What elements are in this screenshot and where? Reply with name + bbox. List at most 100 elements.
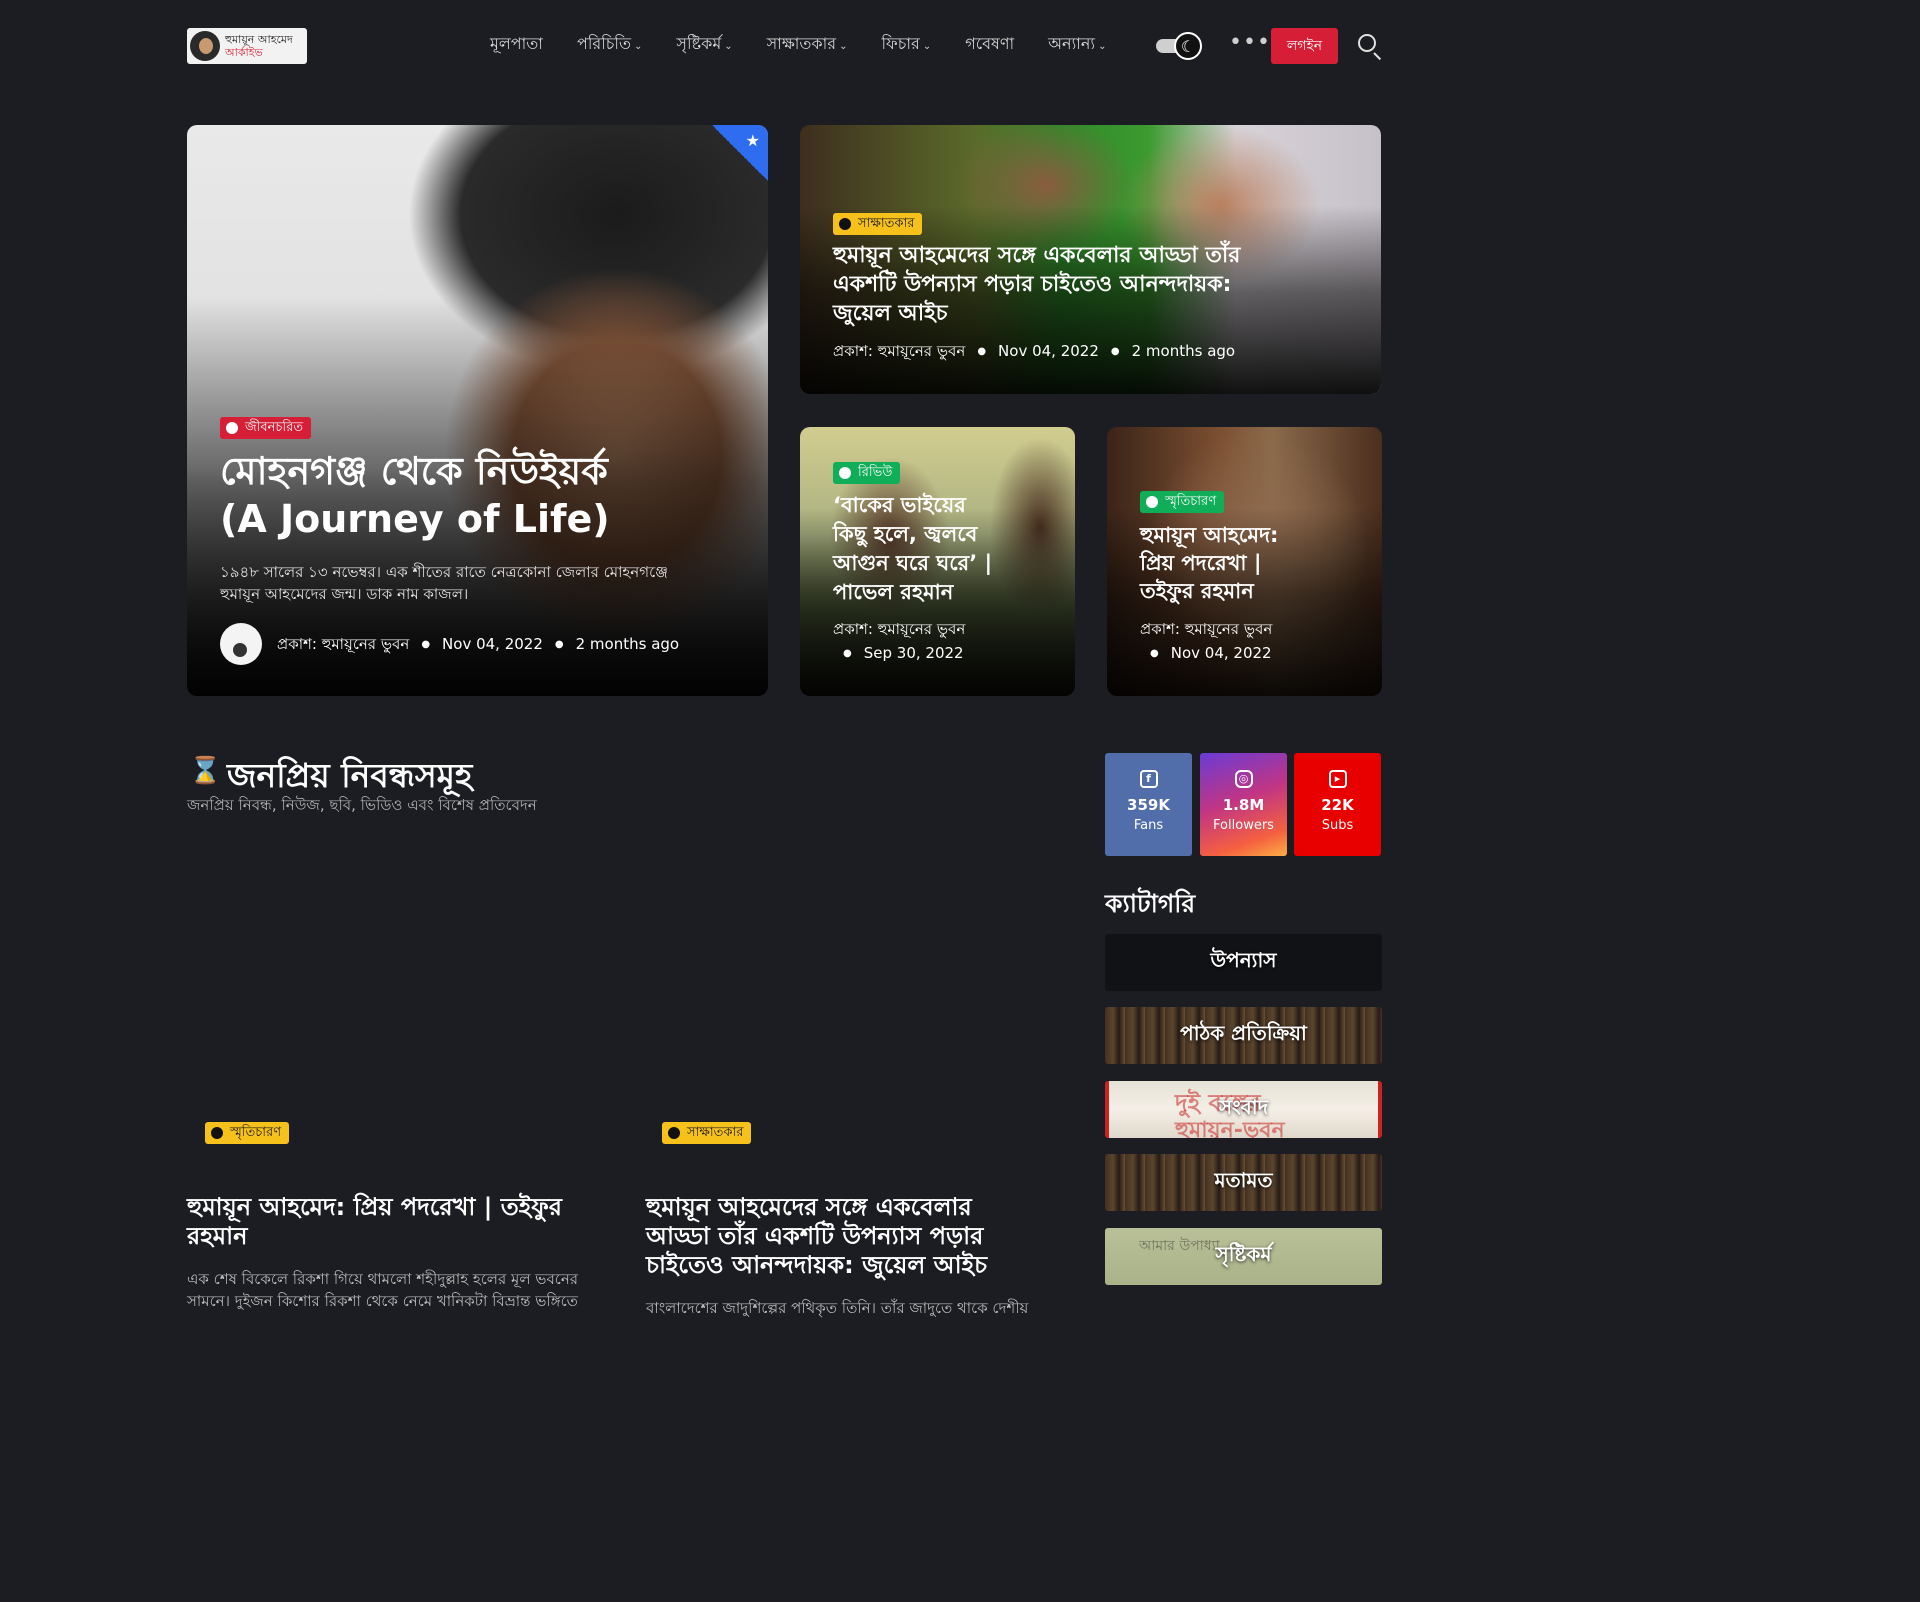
featured-main-card[interactable]: ★ জীবনচরিত মোহনগঞ্জ থেকে নিউইয়র্ক (A Jo…: [187, 125, 768, 696]
author-name[interactable]: প্রকাশ: হুমায়ূনের ভুবন: [833, 342, 965, 360]
title-line: হুমায়ূন আহমেদের সঙ্গে একবেলার আড্ডা তাঁ…: [833, 243, 1241, 268]
category-label: স্মৃতিচারণ: [1165, 493, 1217, 509]
nav-item-interviews[interactable]: সাক্ষাতকার ⌄: [767, 32, 848, 59]
category-reader-reaction[interactable]: পাঠক প্রতিক্রিয়া: [1105, 1007, 1382, 1064]
youtube-counter[interactable]: ▸ 22K Subs: [1294, 753, 1381, 856]
main-nav: মূলপাতা পরিচিতি ⌄ সৃষ্টিকর্ম ⌄ সাক্ষাতকার ⌄…: [490, 32, 1140, 59]
author-name[interactable]: প্রকাশ: হুমায়ূনের ভুবন: [833, 617, 965, 641]
featured-top-right-card[interactable]: সাক্ষাতকার হুমায়ূন আহমেদের সঙ্গে একবেলা…: [800, 125, 1381, 394]
nav-label: সৃষ্টিকর্ম: [676, 34, 722, 53]
moon-icon: ☾: [1174, 32, 1202, 60]
author-name[interactable]: প্রকাশ: হুমায়ূনের ভুবন: [1140, 617, 1272, 641]
post-meta: প্রকাশ: হুমায়ূনের ভুবন ● Nov 04, 2022: [1140, 617, 1272, 666]
site-logo[interactable]: হুমায়ূন আহমেদ আর্কাইভ: [187, 28, 307, 64]
title-line: আগুন ঘরে ঘরে’ |: [833, 551, 993, 575]
post-age: 2 months ago: [1131, 342, 1236, 360]
nav-item-home[interactable]: মূলপাতা: [490, 32, 543, 59]
post-excerpt: এক শেষ বিকেলে রিকশা গিয়ে থামলো শহীদুল্ল…: [187, 1268, 627, 1312]
category-label: সাক্ষাতকার: [687, 1124, 744, 1140]
post-date: Nov 04, 2022: [442, 635, 543, 653]
category-name: সংবাদ: [1218, 1095, 1269, 1119]
category-badge[interactable]: সাক্ষাতকার: [833, 213, 923, 235]
category-name: পাঠক প্রতিক্রিয়া: [1180, 1021, 1307, 1045]
nav-item-features[interactable]: ফিচার ⌄: [881, 32, 931, 59]
featured-title[interactable]: ‘বাকের ভাইয়ের কিছু হলে, জ্বলবে আগুন ঘরে…: [833, 491, 992, 607]
hourglass-icon: ⌛: [189, 756, 222, 786]
category-works[interactable]: আমার উপাধ্যা সৃষ্টিকর্ম: [1105, 1228, 1382, 1285]
handwriting-background-text: আমার উপাধ্যা: [1139, 1238, 1220, 1254]
author-avatar[interactable]: [220, 623, 262, 665]
nav-label: মূলপাতা: [490, 34, 543, 53]
featured-bottom-left-card[interactable]: রিভিউ ‘বাকের ভাইয়ের কিছু হলে, জ্বলবে আগ…: [800, 427, 1075, 696]
category-badge[interactable]: স্মৃতিচারণ: [1140, 491, 1225, 513]
post-thumbnail[interactable]: স্মৃতিচারণ: [187, 848, 616, 1170]
category-name: মতামত: [1214, 1168, 1273, 1192]
social-count: 22K: [1321, 796, 1354, 814]
title-line: জুয়েল আইচ: [833, 301, 948, 326]
nav-label: অন্যান্য: [1048, 34, 1096, 53]
nav-item-intro[interactable]: পরিচিতি ⌄: [577, 32, 642, 59]
login-button[interactable]: লগইন: [1271, 28, 1338, 64]
chevron-down-icon: ⌄: [839, 41, 848, 52]
post-date: Nov 04, 2022: [998, 342, 1099, 360]
category-label: জীবনচরিত: [245, 419, 303, 435]
star-icon: ★: [745, 131, 760, 150]
dark-mode-toggle[interactable]: ☾: [1156, 32, 1204, 60]
post-title[interactable]: হুমায়ূন আহমেদ: প্রিয় পদরেখা | তইফুর রহ…: [187, 1193, 616, 1251]
post-title[interactable]: হুমায়ূন আহমেদের সঙ্গে একবেলার আড্ডা তাঁ…: [646, 1193, 1075, 1280]
social-label: Fans: [1133, 818, 1164, 833]
title-line: প্রিয় পদরেখা |: [1140, 551, 1262, 575]
title-line: তইফুর রহমান: [1140, 579, 1254, 603]
featured-title[interactable]: হুমায়ূন আহমেদের সঙ্গে একবেলার আড্ডা তাঁ…: [833, 241, 1240, 328]
category-label: সাক্ষাতকার: [858, 215, 915, 231]
post-age: 2 months ago: [575, 635, 680, 653]
featured-main-title[interactable]: মোহনগঞ্জ থেকে নিউইয়র্ক (A Journey of Li…: [220, 447, 610, 543]
title-line: আড্ডা তাঁর একশটি উপন্যাস পড়ার: [646, 1222, 984, 1250]
title-line: চাইতেও আনন্দদায়ক: জুয়েল আইচ: [646, 1251, 988, 1279]
nav-item-others[interactable]: অন্যান্য ⌄: [1048, 32, 1106, 59]
category-badge[interactable]: স্মৃতিচারণ: [205, 1122, 290, 1144]
section-subtitle: জনপ্রিয় নিবন্ধ, নিউজ, ছবি, ভিডিও এবং বি…: [187, 796, 537, 814]
social-count: 359K: [1127, 796, 1170, 814]
author-name[interactable]: প্রকাশ: হুমায়ূনের ভুবন: [277, 635, 409, 653]
logo-text: হুমায়ূন আহমেদ আর্কাইভ: [225, 33, 293, 59]
title-line: কিছু হলে, জ্বলবে: [833, 522, 978, 546]
chevron-down-icon: ⌄: [1098, 41, 1107, 52]
excerpt-line: সামনে। দুইজন কিশোর রিকশা থেকে নেমে খানিক…: [187, 1292, 578, 1310]
nav-item-works[interactable]: সৃষ্টিকর্ম ⌄: [676, 32, 732, 59]
category-news[interactable]: দুই বঙ্গের হুমায়ূন-ভুবন সংবাদ: [1105, 1081, 1382, 1138]
nav-label: ফিচার: [881, 34, 920, 53]
featured-title[interactable]: হুমায়ূন আহমেদ: প্রিয় পদরেখা | তইফুর রহ…: [1140, 521, 1278, 605]
category-label: স্মৃতিচারণ: [230, 1124, 282, 1140]
nav-label: পরিচিতি: [576, 34, 631, 53]
chevron-down-icon: ⌄: [634, 41, 643, 52]
category-badge[interactable]: জীবনচরিত: [220, 417, 311, 439]
category-badge[interactable]: রিভিউ: [833, 462, 901, 484]
category-label: রিভিউ: [858, 464, 893, 480]
title-line: হুমায়ূন আহমেদ: প্রিয় পদরেখা | তইফুর: [187, 1193, 563, 1221]
featured-main-excerpt: ১৯৪৮ সালের ১৩ নভেম্বর। এক শীতের রাতে নেত…: [220, 561, 740, 605]
excerpt-line: বাংলাদেশের জাদুশিল্পের পথিকৃত তিনি। তাঁর…: [646, 1299, 1029, 1317]
social-label: Subs: [1321, 818, 1354, 833]
category-name: সৃষ্টিকর্ম: [1215, 1242, 1272, 1266]
more-dots-icon[interactable]: •••: [1229, 30, 1271, 55]
excerpt-line: এক শেষ বিকেলে রিকশা গিয়ে থামলো শহীদুল্ল…: [187, 1270, 579, 1288]
instagram-icon: ◎: [1234, 770, 1253, 788]
search-icon[interactable]: [1356, 32, 1384, 61]
title-line: পাভেল রহমান: [833, 580, 954, 604]
logo-line1: হুমায়ূন আহমেদ: [225, 33, 293, 46]
featured-bottom-right-card[interactable]: স্মৃতিচারণ হুমায়ূন আহমেদ: প্রিয় পদরেখা…: [1107, 427, 1382, 696]
category-badge[interactable]: সাক্ষাতকার: [662, 1122, 752, 1144]
excerpt-line: ১৯৪৮ সালের ১৩ নভেম্বর। এক শীতের রাতে নেত…: [220, 563, 668, 581]
post-meta: প্রকাশ: হুমায়ূনের ভুবন ● Nov 04, 2022 ● 2 m…: [833, 342, 1236, 360]
instagram-counter[interactable]: ◎ 1.8M Followers: [1200, 753, 1287, 856]
facebook-counter[interactable]: f 359K Fans: [1105, 753, 1192, 856]
nav-item-research[interactable]: গবেষণা: [965, 32, 1014, 59]
logo-line2: আর্কাইভ: [225, 46, 263, 59]
category-novel[interactable]: উপন্যাস: [1105, 934, 1382, 991]
excerpt-line: হুমায়ূন আহমেদের জন্ম। ডাক নাম কাজল।: [220, 585, 469, 603]
post-thumbnail[interactable]: সাক্ষাতকার: [646, 848, 1075, 1170]
post-meta: প্রকাশ: হুমায়ূনের ভুবন ● Sep 30, 2022: [833, 617, 965, 666]
category-opinion[interactable]: মতামত: [1105, 1154, 1382, 1211]
categories-title: ক্যাটাগরি: [1105, 889, 1196, 918]
